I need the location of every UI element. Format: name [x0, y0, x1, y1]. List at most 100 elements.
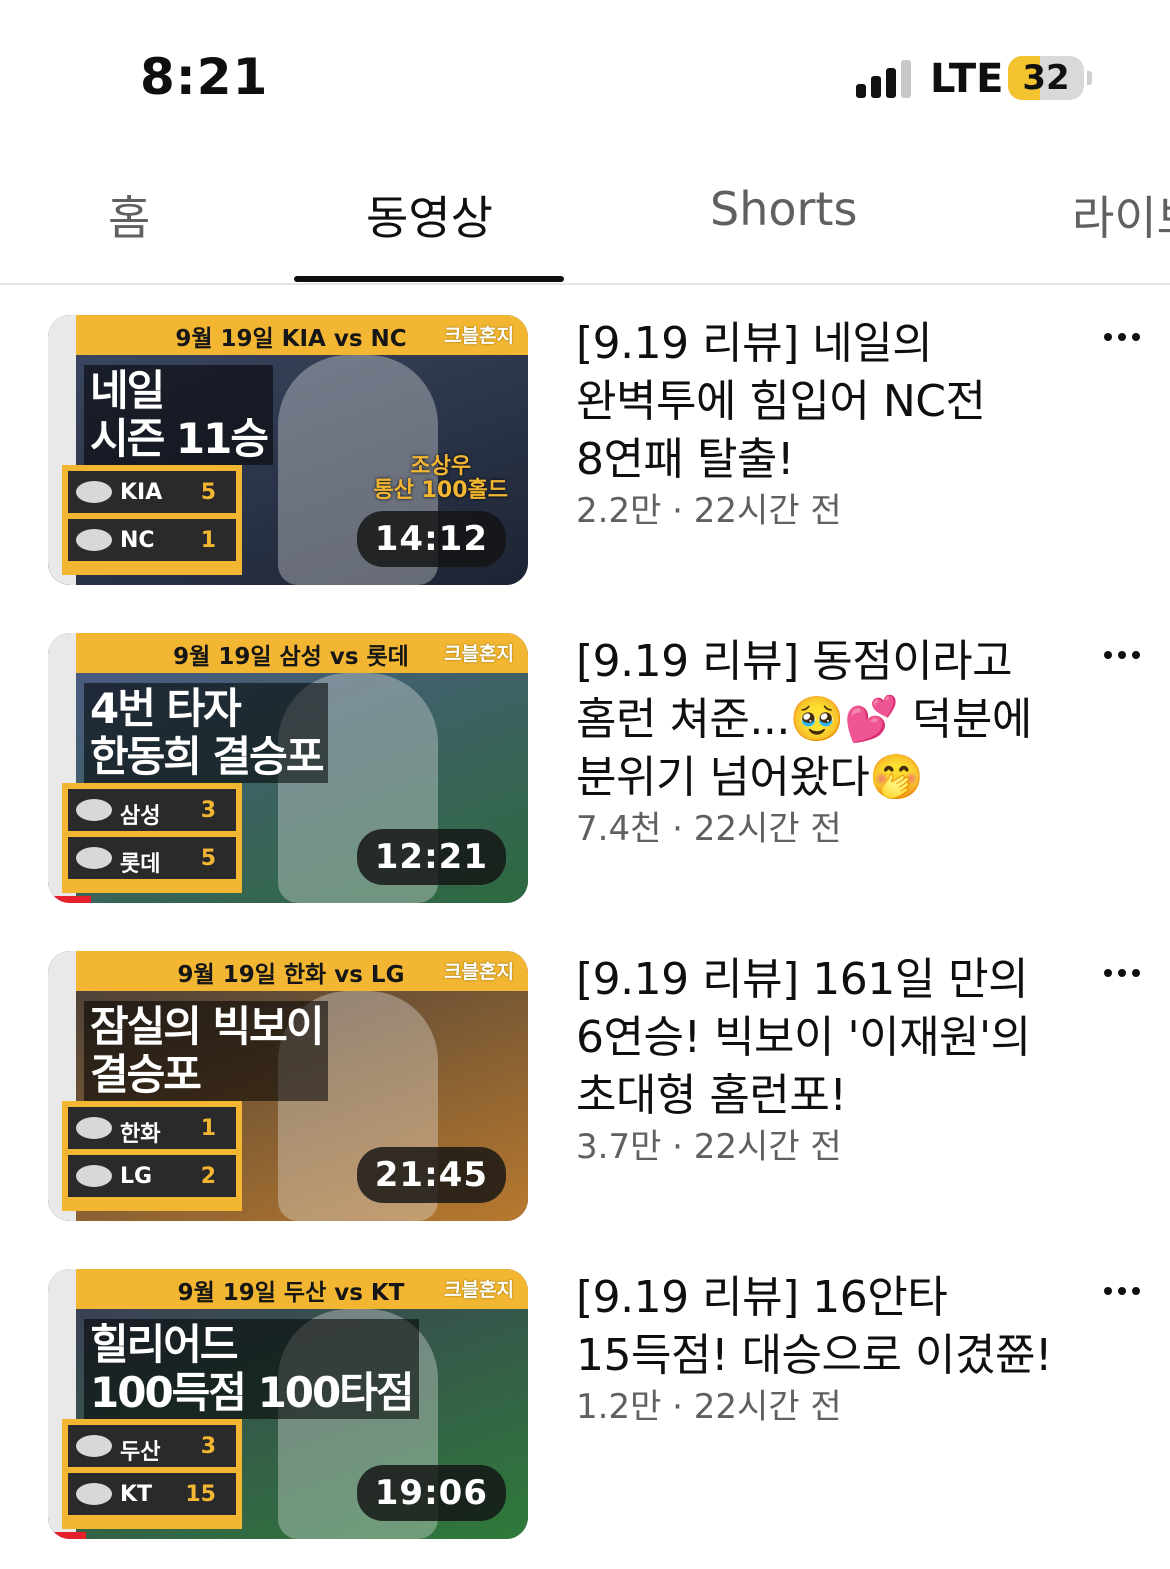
status-bar: 8:21 LTE 32: [0, 0, 1170, 150]
team-logo-icon: [76, 799, 112, 821]
battery-level: 32: [1022, 58, 1070, 98]
tab-shorts[interactable]: Shorts: [710, 182, 857, 236]
team-logo-icon: [76, 1483, 112, 1505]
team-score: 1: [200, 1116, 216, 1141]
scoreboard: 한화 1 LG 2: [62, 1101, 242, 1211]
team-logo-icon: [76, 1165, 112, 1187]
team-name: KT: [120, 1482, 153, 1507]
video-duration: 21:45: [356, 1147, 506, 1203]
video-title[interactable]: [9.19 리뷰] 161일 만의 6연승! 빅보이 '이재원'의 초대형 홈런…: [576, 951, 1096, 1125]
thumbnail-callout-line: 통산 100홀드: [373, 478, 508, 503]
thumbnail-headline: 힐리어드 100득점 100타점: [84, 1319, 419, 1419]
thumbnail-date-line: 9월 19일 KIA vs NC: [175, 326, 407, 352]
video-item[interactable]: 9월 19일 두산 vs KT 크블혼지 힐리어드 100득점 100타점 두산…: [0, 1269, 1170, 1539]
thumbnail-brand: 크블혼지: [444, 961, 514, 983]
video-item[interactable]: 9월 19일 한화 vs LG 크블혼지 잠실의 빅보이 결승포 한화 1 LG…: [0, 951, 1170, 1221]
video-thumbnail[interactable]: 9월 19일 삼성 vs 롯데 크블혼지 4번 타자 한동희 결승포 삼성 3 …: [48, 633, 528, 903]
thumbnail-headline-line: 힐리어드: [90, 1320, 239, 1369]
thumbnail-headline: 네일 시즌 11승: [84, 365, 273, 465]
scoreboard-row: NC 1: [68, 519, 236, 561]
team-logo-icon: [76, 529, 112, 551]
thumbnail-date-line: 9월 19일 한화 vs LG: [177, 962, 405, 988]
team-score: 3: [200, 1434, 216, 1459]
video-meta: 7.4천 · 22시간 전: [576, 809, 842, 849]
scoreboard-row: 한화 1: [68, 1107, 236, 1149]
cellular-signal-icon: [856, 58, 912, 98]
video-item[interactable]: 9월 19일 KIA vs NC 크블혼지 네일 시즌 11승 조상우 통산 1…: [0, 315, 1170, 585]
thumbnail-headline-line: 결승포: [90, 1050, 202, 1099]
video-duration: 14:12: [356, 511, 506, 567]
thumbnail-date-line: 9월 19일 두산 vs KT: [177, 1280, 405, 1306]
scoreboard-row: 삼성 3: [68, 789, 236, 831]
video-info: [9.19 리뷰] 161일 만의 6연승! 빅보이 '이재원'의 초대형 홈런…: [576, 951, 1096, 1167]
clock: 8:21: [140, 48, 269, 106]
video-info: [9.19 리뷰] 네일의 완벽투에 힘입어 NC전 8연패 탈출! 2.2만 …: [576, 315, 1096, 531]
thumbnail-date-line: 9월 19일 삼성 vs 롯데: [173, 644, 409, 670]
video-title[interactable]: [9.19 리뷰] 네일의 완벽투에 힘입어 NC전 8연패 탈출!: [576, 315, 1096, 489]
scoreboard: KIA 5 NC 1: [62, 465, 242, 575]
tab-videos[interactable]: 동영상: [366, 182, 493, 248]
team-logo-icon: [76, 1117, 112, 1139]
scoreboard-row: 롯데 5: [68, 837, 236, 879]
video-meta: 3.7만 · 22시간 전: [576, 1127, 842, 1167]
team-name: 두산: [120, 1440, 161, 1465]
active-tab-indicator: [294, 276, 564, 282]
video-title[interactable]: [9.19 리뷰] 16안타 15득점! 대승으로 이겼쮼!: [576, 1269, 1096, 1385]
team-name: NC: [120, 528, 155, 553]
channel-tabs: 홈 동영상 Shorts 라이브: [0, 150, 1170, 285]
thumbnail-headline-line: 잠실의 빅보이: [90, 1002, 324, 1051]
scoreboard: 삼성 3 롯데 5: [62, 783, 242, 893]
video-title[interactable]: [9.19 리뷰] 동점이라고 홈런 쳐준...🥹💕 덕분에 분위기 넘어왔다🤭: [576, 633, 1096, 807]
more-options-icon[interactable]: [1104, 965, 1140, 981]
thumbnail-headline-line: 100득점 100타점: [90, 1368, 415, 1417]
watch-progress-bar: [48, 896, 92, 903]
tab-live[interactable]: 라이브: [1072, 182, 1170, 248]
team-score: 1: [200, 528, 216, 553]
team-score: 3: [200, 798, 216, 823]
team-name: 삼성: [120, 804, 161, 829]
thumbnail-brand: 크블혼지: [444, 325, 514, 347]
battery-icon: 32: [1008, 56, 1084, 100]
battery-cap: [1087, 71, 1092, 85]
team-score: 15: [185, 1482, 216, 1507]
thumbnail-headline-line: 4번 타자: [90, 684, 242, 733]
more-options-icon[interactable]: [1104, 1283, 1140, 1299]
thumbnail-callout: 조상우 통산 100홀드: [373, 455, 508, 503]
thumbnail-header-bar: 9월 19일 KIA vs NC 크블혼지: [76, 315, 528, 355]
team-name: 롯데: [120, 852, 161, 877]
video-thumbnail[interactable]: 9월 19일 한화 vs LG 크블혼지 잠실의 빅보이 결승포 한화 1 LG…: [48, 951, 528, 1221]
thumbnail-headline-line: 한동희 결승포: [90, 732, 324, 781]
thumbnail-headline: 잠실의 빅보이 결승포: [84, 1001, 329, 1101]
team-name: LG: [120, 1164, 153, 1189]
team-logo-icon: [76, 481, 112, 503]
video-info: [9.19 리뷰] 16안타 15득점! 대승으로 이겼쮼! 1.2만 · 22…: [576, 1269, 1096, 1427]
team-logo-icon: [76, 1435, 112, 1457]
scoreboard-row: KIA 5: [68, 471, 236, 513]
video-duration: 12:21: [356, 829, 506, 885]
network-type: LTE: [930, 56, 1004, 102]
team-score: 5: [200, 846, 216, 871]
team-name: 한화: [120, 1122, 161, 1147]
video-thumbnail[interactable]: 9월 19일 두산 vs KT 크블혼지 힐리어드 100득점 100타점 두산…: [48, 1269, 528, 1539]
team-score: 5: [200, 480, 216, 505]
video-thumbnail[interactable]: 9월 19일 KIA vs NC 크블혼지 네일 시즌 11승 조상우 통산 1…: [48, 315, 528, 585]
scoreboard-row: 두산 3: [68, 1425, 236, 1467]
thumbnail-header-bar: 9월 19일 삼성 vs 롯데 크블혼지: [76, 633, 528, 673]
tab-home[interactable]: 홈: [108, 182, 150, 248]
thumbnail-brand: 크블혼지: [444, 643, 514, 665]
watch-progress-bar: [48, 1532, 87, 1539]
thumbnail-headline-line: 시즌 11승: [90, 414, 269, 463]
thumbnail-header-bar: 9월 19일 한화 vs LG 크블혼지: [76, 951, 528, 991]
thumbnail-brand: 크블혼지: [444, 1279, 514, 1301]
video-duration: 19:06: [356, 1465, 506, 1521]
thumbnail-callout-line: 조상우: [410, 454, 472, 479]
video-meta: 1.2만 · 22시간 전: [576, 1387, 842, 1427]
more-options-icon[interactable]: [1104, 329, 1140, 345]
thumbnail-header-bar: 9월 19일 두산 vs KT 크블혼지: [76, 1269, 528, 1309]
team-score: 2: [200, 1164, 216, 1189]
more-options-icon[interactable]: [1104, 647, 1140, 663]
video-info: [9.19 리뷰] 동점이라고 홈런 쳐준...🥹💕 덕분에 분위기 넘어왔다🤭…: [576, 633, 1096, 849]
scoreboard-row: KT 15: [68, 1473, 236, 1515]
video-item[interactable]: 9월 19일 삼성 vs 롯데 크블혼지 4번 타자 한동희 결승포 삼성 3 …: [0, 633, 1170, 903]
video-meta: 2.2만 · 22시간 전: [576, 491, 842, 531]
